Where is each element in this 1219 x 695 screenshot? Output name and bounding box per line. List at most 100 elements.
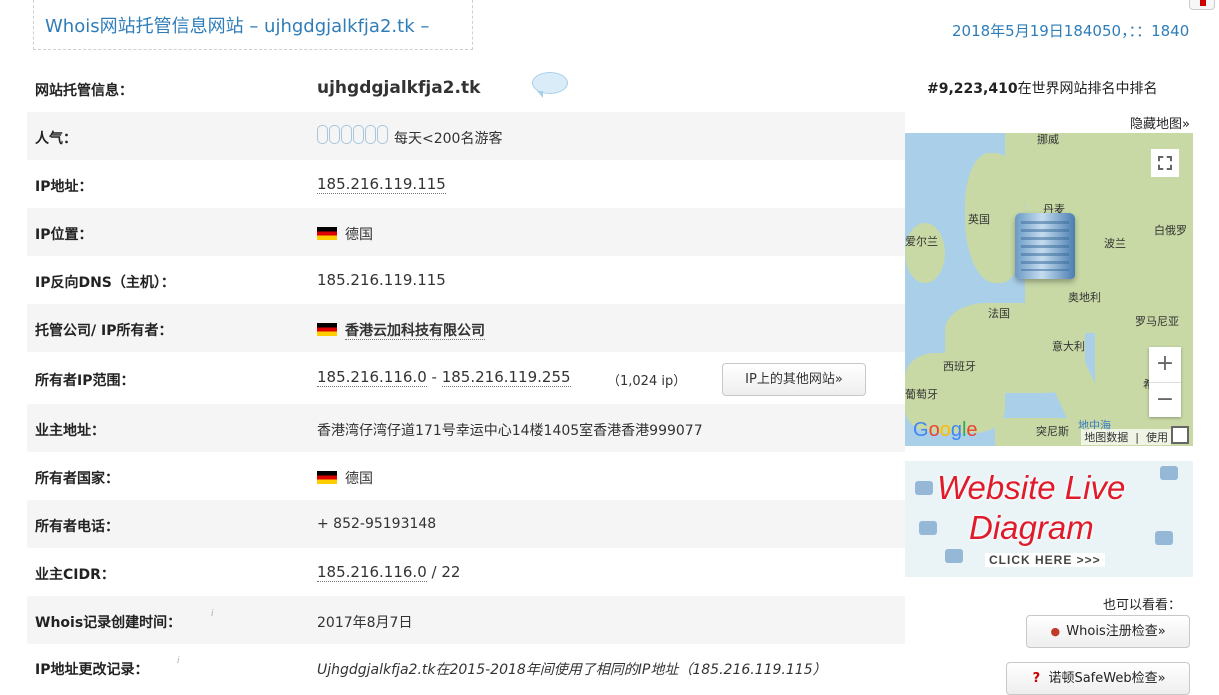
owner-address: 香港湾仔湾仔道171号幸运中心14楼1405室香港香港999077 — [317, 423, 703, 439]
owner-phone: + 852-95193148 — [317, 516, 437, 532]
table-row: 网站托管信息： ujhgdgjalkfja2.tk — [27, 64, 905, 112]
map-label: 波兰 — [1104, 237, 1126, 250]
table-row: IP地址更改记录： i Ujhgdgjalkfja2.tk在2015-2018年… — [27, 644, 905, 692]
ip-other-sites-button[interactable]: IP上的其他网站» — [722, 363, 866, 396]
ip-count: （1,024 ip） — [607, 374, 687, 389]
question-icon: ? — [1032, 671, 1041, 686]
ip-range-start[interactable]: 185.216.116.0 — [317, 368, 427, 387]
table-row: IP地址： 185.216.119.115 — [27, 160, 905, 208]
info-icon[interactable]: i — [211, 609, 221, 619]
table-row: IP位置： 德国 — [27, 208, 905, 256]
zoom-control: + − — [1149, 347, 1181, 417]
row-label: IP位置： — [35, 227, 93, 243]
row-label: 业主地址： — [35, 423, 105, 439]
germany-flag-icon — [317, 227, 337, 240]
banner-title: Website Live — [937, 469, 1126, 506]
map-label: 奥地利 — [1068, 291, 1101, 304]
germany-flag-icon — [317, 323, 337, 336]
world-rank: #9,223,410在世界网站排名中排名 — [927, 78, 1158, 98]
row-label: 所有者IP范围： — [35, 373, 135, 389]
row-label: IP地址： — [35, 179, 93, 195]
owner-country-name: 德国 — [345, 471, 373, 487]
google-logo: Google — [913, 419, 978, 441]
row-label: 所有者国家： — [35, 471, 119, 487]
whois-created-date: 2017年8月7日 — [317, 615, 413, 631]
row-label: 人气： — [35, 131, 77, 147]
map-label: 挪威 — [1037, 133, 1059, 146]
map-label: 法国 — [988, 307, 1010, 320]
ip-range: 185.216.116.0 - 185.216.119.255 — [317, 368, 571, 387]
map-attribution: 地图数据 | 使用 — [1081, 429, 1171, 445]
info-icon[interactable]: i — [177, 656, 187, 666]
ip-address-link[interactable]: 185.216.119.115 — [317, 175, 446, 194]
map-label: 意大利 — [1052, 340, 1085, 353]
diagram-node-icon — [1160, 466, 1178, 480]
hosting-company-link[interactable]: 香港云加科技有限公司 — [345, 323, 485, 340]
corner-button[interactable] — [1189, 0, 1215, 10]
norton-check-button[interactable]: ? 诺顿SafeWeb检查» — [1006, 662, 1190, 695]
rank-suffix: 在世界网站排名中排名 — [1017, 81, 1158, 97]
zoom-in-button[interactable]: + — [1149, 347, 1181, 383]
open-map-icon[interactable] — [1171, 426, 1189, 444]
diagram-node-icon — [1155, 531, 1173, 545]
page-title: Whois网站托管信息网站 – ujhgdgjalkfja2.tk – — [45, 16, 430, 37]
location-map[interactable]: 挪威 丹麦 英国 爱尔兰 波兰 白俄罗 奥地利 法国 罗马尼亚 意大利 西班牙 … — [905, 133, 1193, 446]
ip-change-history: Ujhgdgjalkfja2.tk在2015-2018年间使用了相同的IP地址（… — [317, 662, 827, 678]
table-row: 人气： 每天<200名游客 — [27, 112, 905, 160]
hosting-company: 香港云加科技有限公司 — [317, 320, 485, 340]
hide-map-link[interactable]: 隐藏地图» — [1130, 113, 1190, 132]
map-terms-link[interactable]: 使用 — [1146, 431, 1168, 444]
ip-range-end[interactable]: 185.216.119.255 — [441, 368, 571, 387]
map-label: 白俄罗 — [1154, 224, 1187, 237]
ip-range-separator: - — [426, 368, 442, 386]
row-label: 所有者电话： — [35, 519, 119, 535]
ip-location: 德国 — [317, 224, 373, 244]
date-stamp: 2018年5月19日184050，：：1840 — [952, 22, 1190, 40]
row-label: 网站托管信息： — [35, 83, 133, 99]
map-label: 西班牙 — [943, 360, 976, 373]
server-building-icon — [1015, 213, 1075, 279]
also-see-label: 也可以看看： — [1103, 598, 1182, 613]
table-row: 业主CIDR： 185.216.116.0 / 22 — [27, 548, 905, 596]
table-row: IP反向DNS（主机）： 185.216.119.115 — [27, 256, 905, 304]
visitor-count: 每天<200名游客 — [394, 131, 503, 147]
row-label: IP反向DNS（主机）： — [35, 275, 175, 291]
norton-check-label: 诺顿SafeWeb检查» — [1048, 671, 1166, 686]
map-data-link[interactable]: 地图数据 — [1084, 431, 1128, 444]
reverse-dns: 185.216.119.115 — [317, 271, 446, 289]
table-row: 所有者国家： 德国 — [27, 452, 905, 500]
map-label: 爱尔兰 — [905, 235, 938, 248]
owner-country: 德国 — [317, 468, 373, 488]
zoom-out-button[interactable]: − — [1149, 383, 1181, 418]
rank-value: #9,223,410 — [927, 81, 1018, 97]
comment-bubble-icon[interactable] — [532, 72, 568, 98]
whois-check-button[interactable]: ● Whois注册检查» — [1026, 615, 1190, 648]
diagram-node-icon — [919, 521, 937, 535]
banner-subtitle: Diagram — [969, 509, 1094, 546]
map-label: 葡萄牙 — [905, 388, 938, 401]
fullscreen-icon[interactable] — [1151, 149, 1179, 177]
cidr-ip-link[interactable]: 185.216.116.0 — [317, 563, 427, 582]
cidr-suffix: / 22 — [426, 563, 461, 581]
whois-check-label: Whois注册检查» — [1066, 624, 1166, 639]
map-label: 英国 — [968, 213, 990, 226]
diagram-node-icon — [915, 481, 933, 495]
diagram-node-icon — [945, 549, 963, 563]
popularity-rating — [317, 125, 389, 148]
site-name: ujhgdgjalkfja2.tk — [317, 78, 481, 98]
owner-cidr: 185.216.116.0 / 22 — [317, 563, 461, 582]
map-label: 罗马尼亚 — [1135, 315, 1179, 328]
user-icon: ● — [1050, 625, 1061, 638]
table-row: Whois记录创建时间： i 2017年8月7日 — [27, 596, 905, 644]
table-row: 业主地址： 香港湾仔湾仔道171号幸运中心14楼1405室香港香港999077 — [27, 404, 905, 452]
row-label: IP地址更改记录： — [35, 662, 149, 678]
ip-location-country: 德国 — [345, 227, 373, 243]
table-row: 所有者电话： + 852-95193148 — [27, 500, 905, 548]
map-label: 突尼斯 — [1036, 425, 1069, 438]
row-label: Whois记录创建时间： — [35, 615, 182, 631]
banner-cta: CLICK HERE >>> — [985, 553, 1105, 567]
website-live-diagram-banner[interactable]: Website Live Diagram CLICK HERE >>> — [905, 461, 1193, 577]
germany-flag-icon — [317, 471, 337, 484]
table-row: 托管公司/ IP所有者： 香港云加科技有限公司 — [27, 304, 905, 352]
row-label: 业主CIDR： — [35, 567, 115, 583]
